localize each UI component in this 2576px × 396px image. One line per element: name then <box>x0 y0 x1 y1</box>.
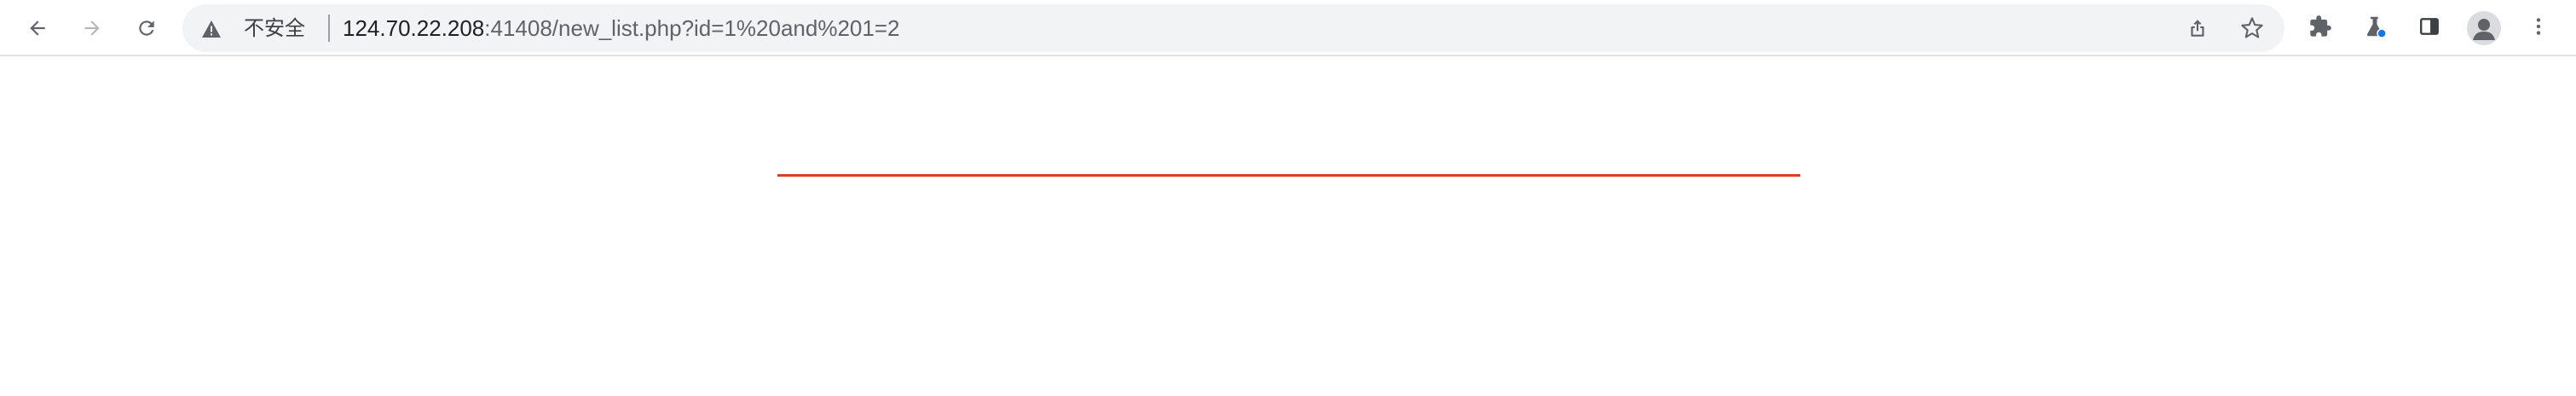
bookmark-star-icon[interactable] <box>2238 15 2266 42</box>
security-status-label[interactable]: 不安全 <box>244 16 305 40</box>
address-separator <box>328 15 330 42</box>
address-bar[interactable]: 不安全 124.70.22.208:41408/new_list.php?id=… <box>182 4 2284 52</box>
reload-icon <box>136 17 158 39</box>
back-arrow-icon <box>26 17 49 39</box>
warning-triangle-icon[interactable] <box>201 20 222 38</box>
browser-toolbar: 不安全 124.70.22.208:41408/new_list.php?id=… <box>0 0 2576 56</box>
forward-arrow-icon <box>81 17 103 39</box>
page-content <box>0 56 2576 396</box>
side-panel-icon <box>2418 15 2440 42</box>
url-host: 124.70.22.208 <box>343 15 485 41</box>
url-path: :41408/new_list.php?id=1%20and%201=2 <box>484 15 900 41</box>
labs-flask-icon <box>2362 14 2388 44</box>
more-vertical-icon <box>2527 15 2550 42</box>
side-panel-button[interactable] <box>2412 11 2446 45</box>
browser-menu-button[interactable] <box>2521 11 2556 45</box>
extensions-button[interactable] <box>2303 11 2337 45</box>
share-icon[interactable] <box>2184 15 2211 42</box>
puzzle-icon <box>2308 15 2332 43</box>
url-text[interactable]: 124.70.22.208:41408/new_list.php?id=1%20… <box>343 16 899 40</box>
back-button[interactable] <box>20 11 55 45</box>
reload-button[interactable] <box>130 11 164 45</box>
labs-button[interactable] <box>2358 11 2392 45</box>
forward-button[interactable] <box>75 11 109 45</box>
red-horizontal-rule <box>777 174 1800 177</box>
profile-avatar-icon[interactable] <box>2467 11 2501 45</box>
